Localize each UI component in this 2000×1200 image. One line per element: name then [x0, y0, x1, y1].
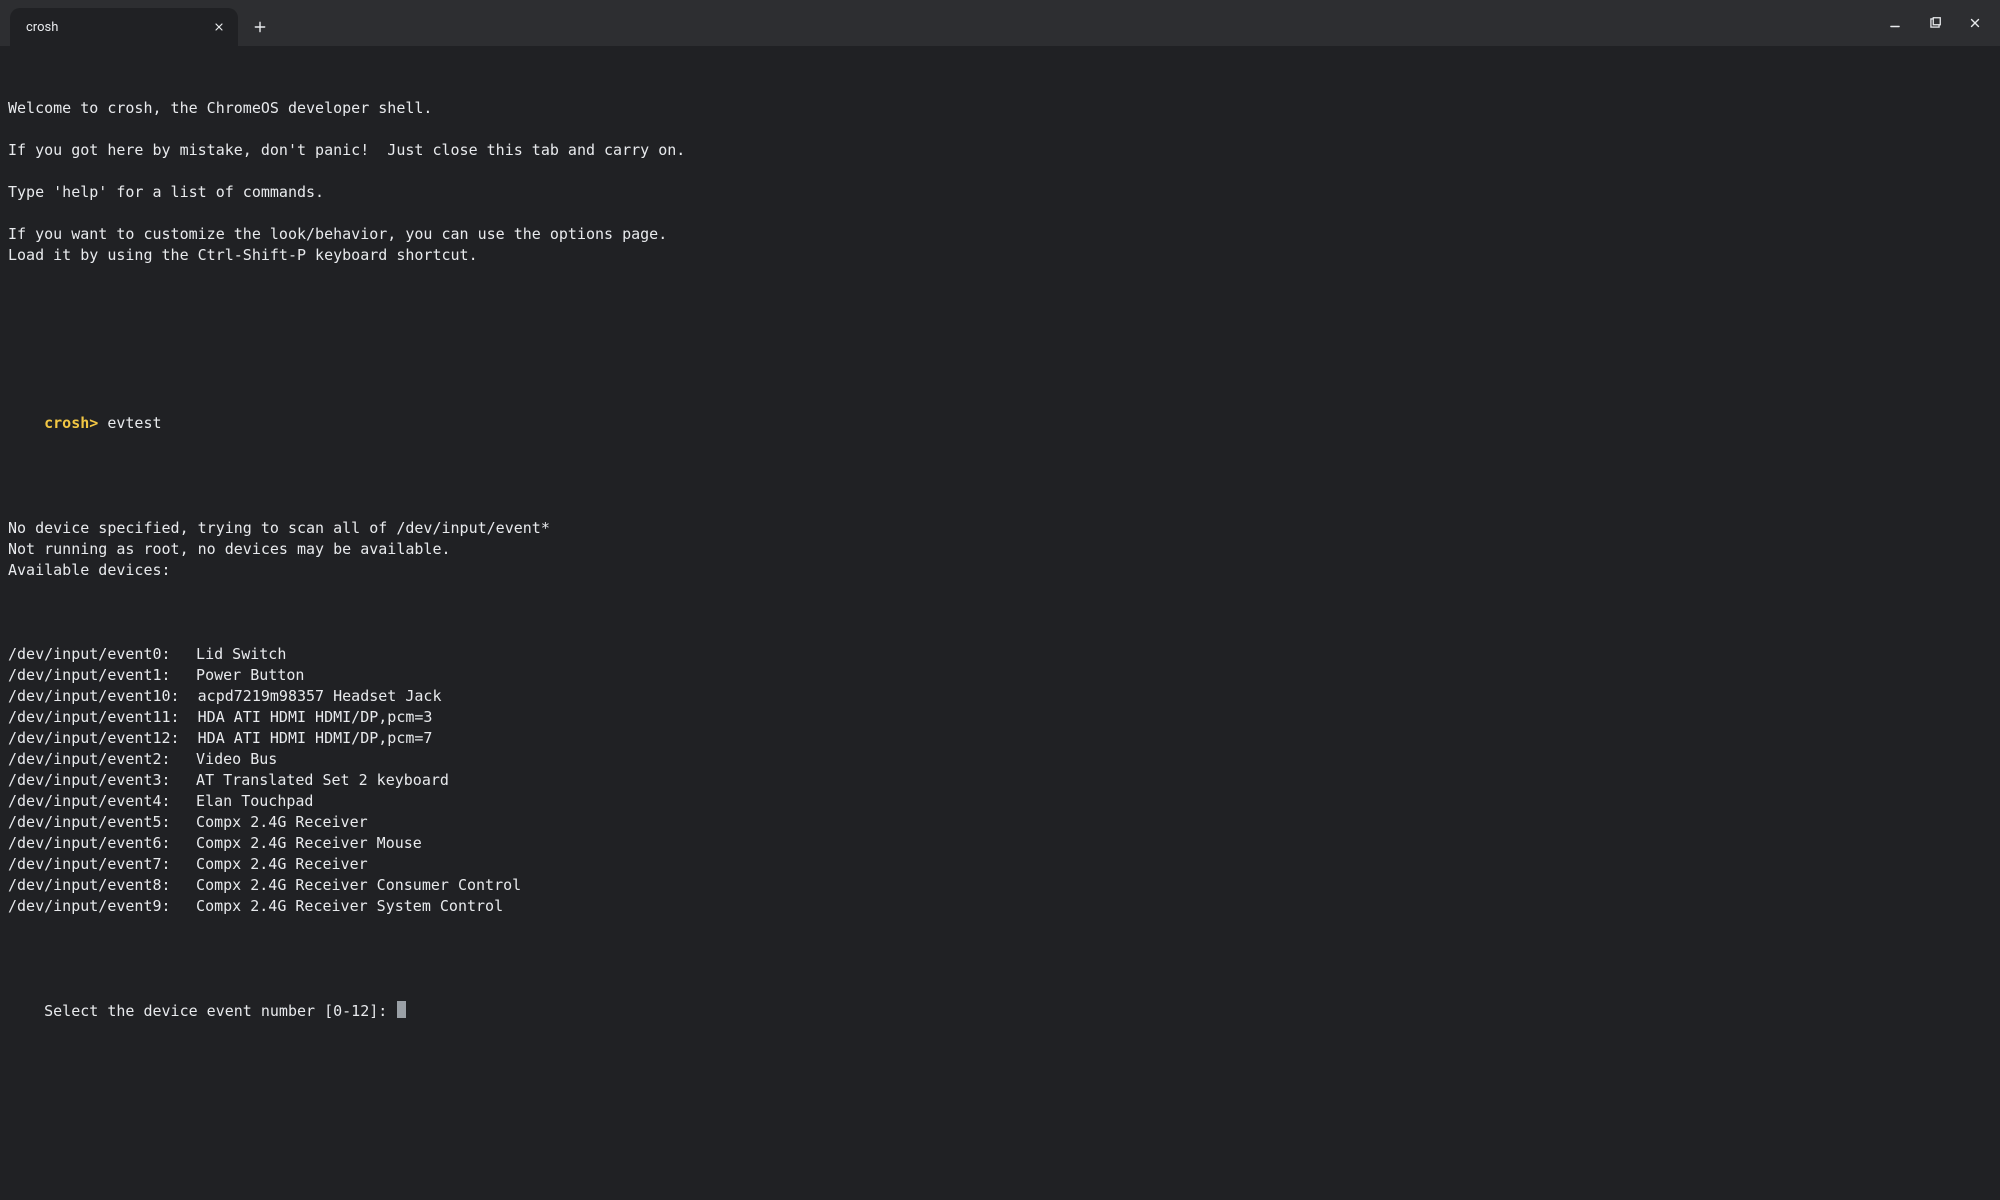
device-name: Power Button: [178, 666, 304, 684]
device-path: /dev/input/event0:: [8, 644, 178, 665]
device-path: /dev/input/event1:: [8, 665, 178, 686]
terminal-line: If you got here by mistake, don't panic!…: [8, 140, 1992, 161]
tab-title: crosh: [26, 20, 202, 35]
device-name: Compx 2.4G Receiver Mouse: [178, 834, 422, 852]
device-row: /dev/input/event4: Elan Touchpad: [8, 791, 1992, 812]
device-path: /dev/input/event7:: [8, 854, 178, 875]
terminal-line: Welcome to crosh, the ChromeOS developer…: [8, 98, 1992, 119]
device-path: /dev/input/event5:: [8, 812, 178, 833]
device-path: /dev/input/event8:: [8, 875, 178, 896]
window-maximize-button[interactable]: [1916, 8, 1954, 38]
device-row: /dev/input/event12: HDA ATI HDMI HDMI/DP…: [8, 728, 1992, 749]
device-name: Video Bus: [178, 750, 277, 768]
device-row: /dev/input/event9: Compx 2.4G Receiver S…: [8, 896, 1992, 917]
terminal-line: Not running as root, no devices may be a…: [8, 539, 1992, 560]
new-tab-button[interactable]: [246, 13, 274, 41]
device-path: /dev/input/event4:: [8, 791, 178, 812]
window-minimize-button[interactable]: [1876, 8, 1914, 38]
device-row: /dev/input/event0: Lid Switch: [8, 644, 1992, 665]
device-name: Compx 2.4G Receiver: [178, 855, 368, 873]
plus-icon: [253, 20, 267, 34]
terminal-cursor: [397, 1001, 406, 1018]
device-name: HDA ATI HDMI HDMI/DP,pcm=3: [180, 708, 433, 726]
terminal-output: No device specified, trying to scan all …: [8, 518, 1992, 581]
device-name: Elan Touchpad: [178, 792, 313, 810]
window-close-button[interactable]: [1956, 8, 1994, 38]
terminal-banner: Welcome to crosh, the ChromeOS developer…: [8, 98, 1992, 266]
tab-strip: crosh: [0, 0, 274, 46]
device-row: /dev/input/event8: Compx 2.4G Receiver C…: [8, 875, 1992, 896]
terminal-line: [8, 203, 1992, 224]
minimize-icon: [1888, 16, 1902, 30]
device-row: /dev/input/event7: Compx 2.4G Receiver: [8, 854, 1992, 875]
device-path: /dev/input/event6:: [8, 833, 178, 854]
terminal-line: If you want to customize the look/behavi…: [8, 224, 1992, 245]
device-name: HDA ATI HDMI HDMI/DP,pcm=7: [180, 729, 433, 747]
terminal-line: [8, 161, 1992, 182]
device-row: /dev/input/event1: Power Button: [8, 665, 1992, 686]
terminal-line: No device specified, trying to scan all …: [8, 518, 1992, 539]
terminal-line: Load it by using the Ctrl-Shift-P keyboa…: [8, 245, 1992, 266]
device-path: /dev/input/event12:: [8, 728, 180, 749]
device-name: acpd7219m98357 Headset Jack: [180, 687, 442, 705]
tab-crosh[interactable]: crosh: [10, 8, 238, 46]
shell-prompt: crosh>: [44, 414, 98, 432]
typed-command: evtest: [107, 414, 161, 432]
device-row: /dev/input/event3: AT Translated Set 2 k…: [8, 770, 1992, 791]
terminal-viewport[interactable]: Welcome to crosh, the ChromeOS developer…: [0, 46, 2000, 1200]
terminal-prompt-line: crosh> evtest: [8, 392, 1992, 455]
device-row: /dev/input/event11: HDA ATI HDMI HDMI/DP…: [8, 707, 1992, 728]
device-row: /dev/input/event6: Compx 2.4G Receiver M…: [8, 833, 1992, 854]
terminal-line: Type 'help' for a list of commands.: [8, 182, 1992, 203]
window-titlebar: crosh: [0, 0, 2000, 46]
close-icon: [213, 21, 225, 33]
device-path: /dev/input/event2:: [8, 749, 178, 770]
device-path: /dev/input/event9:: [8, 896, 178, 917]
device-list: /dev/input/event0: Lid Switch/dev/input/…: [8, 644, 1992, 917]
device-name: Compx 2.4G Receiver System Control: [178, 897, 503, 915]
terminal-line: Available devices:: [8, 560, 1992, 581]
device-name: Lid Switch: [178, 645, 286, 663]
close-icon: [1968, 16, 1982, 30]
device-path: /dev/input/event3:: [8, 770, 178, 791]
device-row: /dev/input/event5: Compx 2.4G Receiver: [8, 812, 1992, 833]
device-path: /dev/input/event11:: [8, 707, 180, 728]
device-row: /dev/input/event10: acpd7219m98357 Heads…: [8, 686, 1992, 707]
device-row: /dev/input/event2: Video Bus: [8, 749, 1992, 770]
window-controls: [1876, 0, 1994, 46]
tab-close-button[interactable]: [210, 18, 228, 36]
device-name: AT Translated Set 2 keyboard: [178, 771, 449, 789]
select-prompt-line: Select the device event number [0-12]:: [8, 980, 1992, 1043]
device-path: /dev/input/event10:: [8, 686, 180, 707]
maximize-icon: [1928, 16, 1942, 30]
select-prompt-text: Select the device event number [0-12]:: [44, 1002, 396, 1020]
terminal-blank-line: [8, 308, 1992, 329]
device-name: Compx 2.4G Receiver Consumer Control: [178, 876, 521, 894]
terminal-line: [8, 119, 1992, 140]
device-name: Compx 2.4G Receiver: [178, 813, 368, 831]
